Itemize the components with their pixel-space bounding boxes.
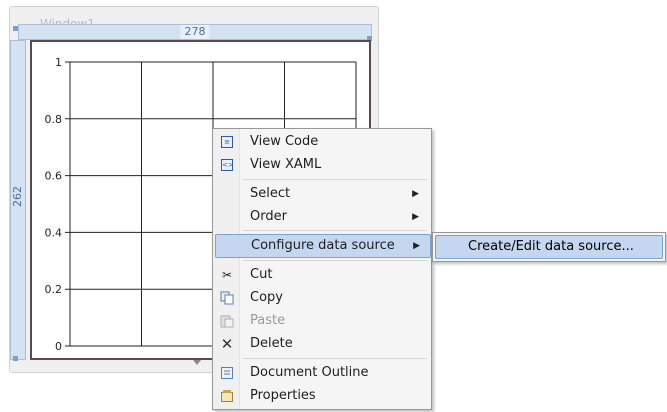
y-tick-label: 0.6 [45,170,63,183]
submenu-arrow-icon: ▶ [413,241,420,251]
menu-item-select[interactable]: Select ▶ [215,183,429,205]
width-label: 278 [180,25,210,39]
menu-separator [243,358,427,359]
y-tick-label: 1 [55,56,62,69]
height-ruler[interactable]: 262 [10,40,26,360]
menu-item-document-outline[interactable]: Document Outline [215,362,429,384]
menu-item-label: View Code [250,134,319,149]
configure-data-source-submenu: Create/Edit data source... [432,232,666,262]
menu-item-view-code[interactable]: ≡ View Code [215,131,429,153]
delete-icon: ✕ [220,335,234,353]
menu-item-cut[interactable]: ✂ Cut [215,264,429,286]
menu-item-label: Cut [250,267,273,282]
menu-item-label: View XAML [250,157,322,172]
menu-item-label: Paste [250,313,286,328]
menu-item-delete[interactable]: ✕ Delete [215,333,429,355]
menu-item-label: Properties [250,388,316,403]
menu-separator [243,230,427,231]
menu-item-label: Delete [250,336,293,351]
top-left-handle[interactable] [13,26,18,31]
submenu-arrow-icon: ▶ [412,189,419,199]
menu-item-create-edit-data-source[interactable]: Create/Edit data source... [435,235,663,259]
submenu-arrow-icon: ▶ [412,212,419,222]
context-menu: ≡ View Code <> View XAML Select ▶ Order … [212,128,432,410]
menu-item-label: Configure data source [251,238,395,253]
menu-item-label: Order [250,209,287,224]
y-tick-label: 0.2 [45,283,63,296]
menu-separator [243,260,427,261]
copy-icon [219,290,235,306]
bottom-left-handle[interactable] [13,356,18,361]
menu-item-order[interactable]: Order ▶ [215,206,429,228]
y-tick-label: 0.8 [45,113,63,126]
menu-item-label: Copy [250,290,283,305]
menu-item-properties[interactable]: Properties [215,385,429,407]
view-code-icon: ≡ [219,134,235,150]
menu-item-paste[interactable]: Paste [215,310,429,332]
document-outline-icon [219,365,235,381]
menu-item-label: Create/Edit data source... [468,239,634,254]
width-ruler[interactable]: 278 [18,24,372,40]
cut-icon: ✂ [221,268,233,282]
properties-icon [219,388,235,404]
height-label: 262 [11,186,24,207]
bottom-resize-arrow-icon[interactable] [193,360,201,365]
menu-item-configure-data-source[interactable]: Configure data source ▶ [215,234,431,258]
menu-separator [243,179,427,180]
y-tick-label: 0 [55,340,62,353]
menu-item-view-xaml[interactable]: <> View XAML [215,154,429,176]
menu-item-copy[interactable]: Copy [215,287,429,309]
view-xaml-icon: <> [221,159,234,171]
paste-icon [219,313,235,329]
menu-item-label: Document Outline [250,365,369,380]
y-tick-label: 0.4 [45,226,63,239]
menu-item-label: Select [250,186,291,201]
